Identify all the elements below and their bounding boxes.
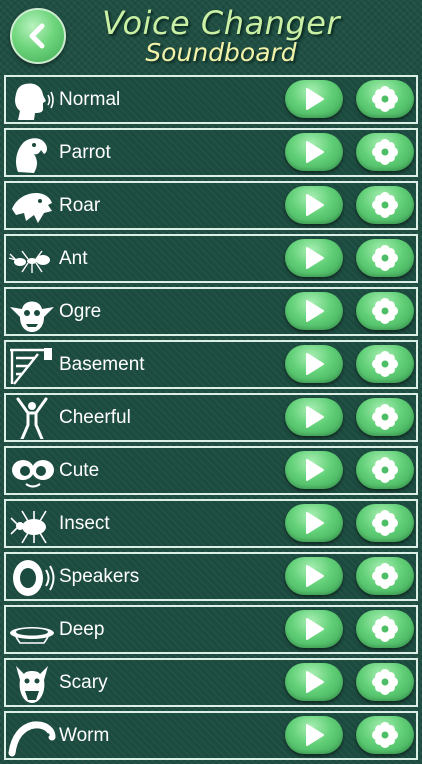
play-icon (306, 671, 324, 693)
effect-label: Ogre (59, 301, 102, 322)
effect-label: Parrot (59, 142, 111, 163)
ant-icon (8, 238, 56, 280)
effect-settings-button[interactable] (356, 451, 414, 489)
effects-list: Normal Parrot Roar Ant Ogre Basement Cheerful C… (4, 75, 418, 764)
play-button[interactable] (285, 716, 343, 754)
play-icon (306, 88, 324, 110)
play-icon (306, 194, 324, 216)
play-icon (306, 353, 324, 375)
panther-icon (8, 185, 56, 227)
gear-icon (372, 457, 398, 483)
play-icon (306, 406, 324, 428)
effect-settings-button[interactable] (356, 504, 414, 542)
effect-label: Scary (59, 672, 108, 693)
effect-label: Speakers (59, 566, 140, 587)
play-button[interactable] (285, 663, 343, 701)
effect-settings-button[interactable] (356, 80, 414, 118)
monster-icon (8, 662, 56, 704)
effect-row-roar[interactable]: Roar (4, 181, 418, 230)
effect-row-speakers[interactable]: Speakers (4, 552, 418, 601)
play-icon (306, 618, 324, 640)
play-button[interactable] (285, 557, 343, 595)
speaker-icon (8, 556, 56, 598)
play-icon (306, 247, 324, 269)
effect-row-cheerful[interactable]: Cheerful (4, 393, 418, 442)
play-icon (306, 724, 324, 746)
play-button[interactable] (285, 398, 343, 436)
effect-label: Ant (59, 248, 88, 269)
effect-label: Basement (59, 354, 145, 375)
effect-row-ogre[interactable]: Ogre (4, 287, 418, 336)
gear-icon (372, 139, 398, 165)
play-icon (306, 512, 324, 534)
app-title: Voice Changer (101, 4, 341, 42)
effect-settings-button[interactable] (356, 557, 414, 595)
effect-row-scary[interactable]: Scary (4, 658, 418, 707)
gear-icon (372, 351, 398, 377)
gear-icon (372, 86, 398, 112)
effect-label: Cute (59, 460, 100, 481)
cheering-person-icon (8, 397, 56, 441)
effect-label: Roar (59, 195, 101, 216)
play-button[interactable] (285, 133, 343, 171)
gear-icon (372, 298, 398, 324)
effect-label: Worm (59, 725, 110, 746)
play-button[interactable] (285, 610, 343, 648)
effect-label: Normal (59, 89, 121, 110)
effect-row-ant[interactable]: Ant (4, 234, 418, 283)
effect-row-insect[interactable]: Insect (4, 499, 418, 548)
play-button[interactable] (285, 345, 343, 383)
effect-label: Deep (59, 619, 105, 640)
play-button[interactable] (285, 239, 343, 277)
gear-icon (372, 616, 398, 642)
effect-settings-button[interactable] (356, 292, 414, 330)
effect-row-normal[interactable]: Normal (4, 75, 418, 124)
gear-icon (372, 192, 398, 218)
play-button[interactable] (285, 186, 343, 224)
effect-settings-button[interactable] (356, 610, 414, 648)
gear-icon (372, 669, 398, 695)
effect-settings-button[interactable] (356, 716, 414, 754)
parrot-icon (8, 132, 56, 174)
effect-settings-button[interactable] (356, 239, 414, 277)
gear-icon (372, 404, 398, 430)
cute-eyes-icon (8, 450, 56, 492)
effect-row-parrot[interactable]: Parrot (4, 128, 418, 177)
effect-row-worm[interactable]: Worm (4, 711, 418, 760)
effect-row-cute[interactable]: Cute (4, 446, 418, 495)
effect-label: Insect (59, 513, 110, 534)
ogre-face-icon (8, 291, 56, 333)
play-icon (306, 300, 324, 322)
speaking-head-icon (8, 79, 56, 121)
well-icon (8, 609, 56, 651)
effect-row-deep[interactable]: Deep (4, 605, 418, 654)
effect-label: Cheerful (59, 407, 131, 428)
header: Voice Changer Soundboard (0, 0, 422, 72)
play-icon (306, 565, 324, 587)
effect-settings-button[interactable] (356, 133, 414, 171)
effect-settings-button[interactable] (356, 345, 414, 383)
gear-icon (372, 510, 398, 536)
gear-icon (372, 563, 398, 589)
play-icon (306, 141, 324, 163)
play-button[interactable] (285, 292, 343, 330)
effect-settings-button[interactable] (356, 186, 414, 224)
gear-icon (372, 722, 398, 748)
play-button[interactable] (285, 504, 343, 542)
effect-settings-button[interactable] (356, 398, 414, 436)
effect-row-basement[interactable]: Basement (4, 340, 418, 389)
effect-settings-button[interactable] (356, 663, 414, 701)
gear-icon (372, 245, 398, 271)
play-icon (306, 459, 324, 481)
play-button[interactable] (285, 451, 343, 489)
play-button[interactable] (285, 80, 343, 118)
beetle-icon (8, 503, 56, 545)
worm-icon (8, 715, 56, 757)
stairs-icon (8, 344, 56, 386)
app-subtitle: Soundboard (145, 38, 297, 67)
